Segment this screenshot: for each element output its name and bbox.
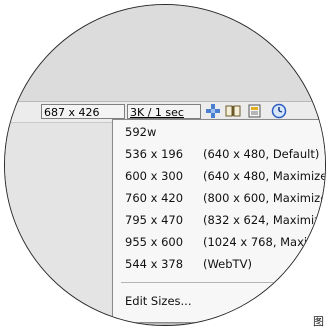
menu-item-760x420[interactable]: 760 x 420 (800 x 600, Maximized) [113,188,326,208]
document-area [5,5,325,101]
clock-icon[interactable] [271,103,287,119]
menu-item-size: 536 x 196 [125,147,184,161]
corner-glyph: 图 [313,315,324,328]
download-speed-field[interactable]: 3K / 1 sec [127,104,201,119]
menu-item-592w[interactable]: 592w [113,122,325,142]
menu-item-description: (832 x 624, Maximized) [203,213,326,227]
window-size-field[interactable]: 687 x 426 [41,104,125,119]
menu-item-description: (800 x 600, Maximized) [203,191,326,205]
menu-item-size: 544 x 378 [125,257,184,271]
menu-item-description: (640 x 480, Maximized) [203,169,326,183]
edit-sizes-label: Edit Sizes... [125,294,192,308]
magnifier-lens: 687 x 426 3K / 1 sec 592w 536 x 196 (640… [4,4,326,326]
menu-item-size: 955 x 600 [125,235,184,249]
menu-item-544x378[interactable]: 544 x 378 (WebTV) [113,254,325,274]
window-size-dropdown-menu: 592w 536 x 196 (640 x 480, Default) 600 … [112,119,326,323]
menu-item-size: 795 x 470 [125,213,184,227]
menu-item-size: 592w [125,125,157,139]
menu-item-size: 600 x 300 [125,169,184,183]
menu-item-795x470[interactable]: 795 x 470 (832 x 624, Maximized) [113,210,326,230]
menu-item-description: (1024 x 768, Maximized) [203,235,325,249]
menu-item-600x300[interactable]: 600 x 300 (640 x 480, Maximized) [113,166,326,186]
edit-sizes-menu-item[interactable]: Edit Sizes... [113,291,325,311]
book-icon[interactable] [225,103,241,119]
menu-item-description: (WebTV) [203,257,252,271]
menu-item-description: (640 x 480, Default) [203,147,320,161]
menu-item-size: 760 x 420 [125,191,184,205]
menu-item-955x600[interactable]: 955 x 600 (1024 x 768, Maximized) [113,232,325,252]
page-icon[interactable] [247,103,263,119]
menu-separator [121,282,325,283]
menu-item-536x196[interactable]: 536 x 196 (640 x 480, Default) [113,144,325,164]
download-speed-label: 3K / 1 sec [130,106,184,119]
hand-tool-icon[interactable] [205,103,221,119]
